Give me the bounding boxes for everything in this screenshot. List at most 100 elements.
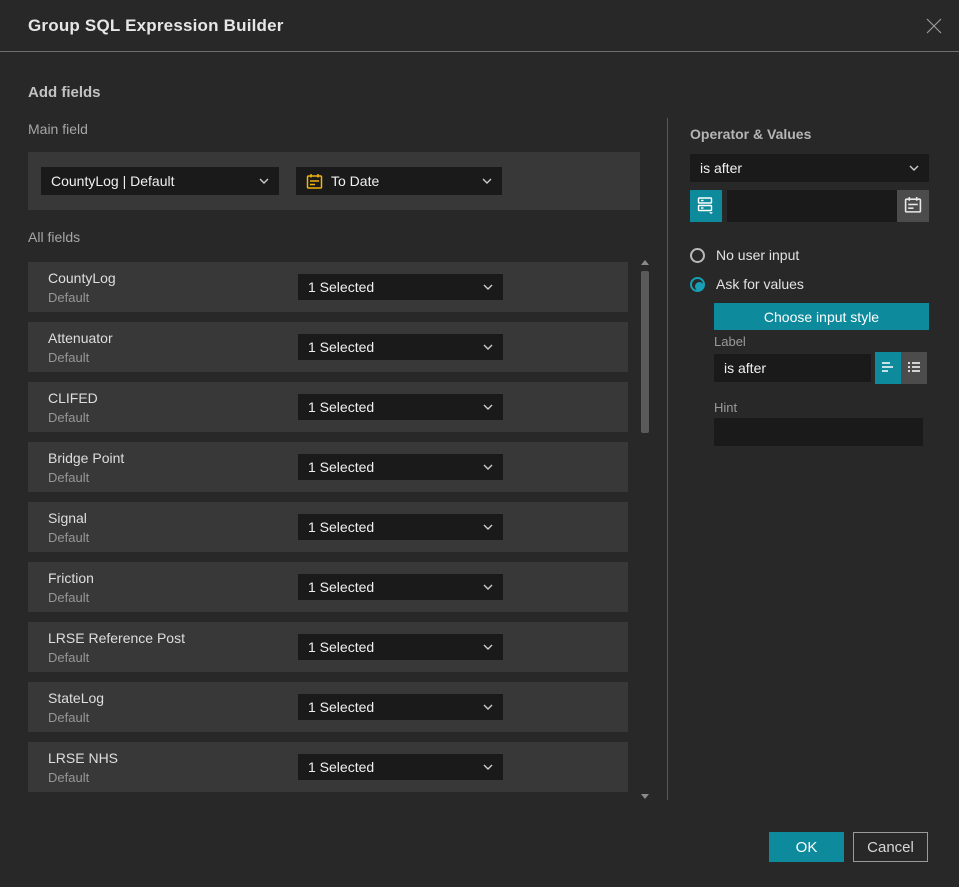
scrollbar-thumb[interactable] <box>641 271 649 433</box>
field-name: CLIFED <box>48 390 98 406</box>
field-name: Friction <box>48 570 94 586</box>
radio-no-user-input[interactable]: No user input <box>690 246 799 264</box>
field-selection-dropdown[interactable]: 1 Selected <box>298 574 503 600</box>
align-left-icon <box>880 359 896 378</box>
field-subtitle: Default <box>48 770 90 785</box>
field-subtitle: Default <box>48 470 90 485</box>
chevron-down-icon <box>259 178 269 184</box>
field-name: CountyLog <box>48 270 116 286</box>
label-field-label: Label <box>714 334 746 349</box>
field-selection-value: 1 Selected <box>308 399 375 415</box>
main-date-dropdown[interactable]: To Date <box>296 167 502 195</box>
chevron-down-icon <box>483 644 493 650</box>
field-list-item: CLIFED Default 1 Selected <box>28 382 628 432</box>
calendar-icon <box>904 196 922 217</box>
radio-label: No user input <box>716 247 800 263</box>
field-selection-dropdown[interactable]: 1 Selected <box>298 274 503 300</box>
all-fields-label: All fields <box>28 229 81 245</box>
field-list-item: Bridge Point Default 1 Selected <box>28 442 628 492</box>
scroll-up-icon[interactable] <box>641 260 649 265</box>
field-subtitle: Default <box>48 290 90 305</box>
field-list-item: Signal Default 1 Selected <box>28 502 628 552</box>
main-field-dropdown[interactable]: CountyLog | Default <box>41 167 279 195</box>
input-type-icon <box>697 196 715 217</box>
field-name: Signal <box>48 510 87 526</box>
label-input[interactable] <box>714 354 871 382</box>
field-selection-dropdown[interactable]: 1 Selected <box>298 454 503 480</box>
field-selection-value: 1 Selected <box>308 759 375 775</box>
vertical-divider <box>667 118 668 800</box>
cancel-button[interactable]: Cancel <box>853 832 928 862</box>
operator-dropdown[interactable]: is after <box>690 154 929 182</box>
chevron-down-icon <box>483 584 493 590</box>
all-fields-list: CountyLog Default 1 Selected Attenuator Defa… <box>28 262 628 802</box>
choose-input-style-button[interactable]: Choose input style <box>714 303 929 330</box>
scroll-down-icon[interactable] <box>641 794 649 799</box>
field-selection-dropdown[interactable]: 1 Selected <box>298 394 503 420</box>
list-icon <box>906 359 922 378</box>
fields-list-scrollbar[interactable] <box>640 258 650 803</box>
add-fields-heading: Add fields <box>28 84 101 101</box>
field-list-item: LRSE NHS Default 1 Selected <box>28 742 628 792</box>
single-value-style-button[interactable] <box>875 352 901 384</box>
chevron-down-icon <box>483 404 493 410</box>
value-input-row <box>690 190 929 222</box>
field-list-item: Friction Default 1 Selected <box>28 562 628 612</box>
dialog-title: Group SQL Expression Builder <box>28 16 284 35</box>
field-selection-dropdown[interactable]: 1 Selected <box>298 694 503 720</box>
field-subtitle: Default <box>48 710 90 725</box>
radio-ask-for-values[interactable]: Ask for values <box>690 275 804 293</box>
field-selection-value: 1 Selected <box>308 519 375 535</box>
field-selection-dropdown[interactable]: 1 Selected <box>298 754 503 780</box>
chevron-down-icon <box>483 764 493 770</box>
main-date-dropdown-value: To Date <box>331 173 380 189</box>
main-field-label: Main field <box>28 121 88 137</box>
hint-field-label: Hint <box>714 400 738 415</box>
close-icon <box>925 18 943 38</box>
radio-label: Ask for values <box>716 276 804 292</box>
ok-button[interactable]: OK <box>769 832 844 862</box>
field-selection-dropdown[interactable]: 1 Selected <box>298 514 503 540</box>
calendar-picker-button[interactable] <box>897 190 929 222</box>
field-selection-value: 1 Selected <box>308 459 375 475</box>
radio-circle-icon <box>690 247 705 263</box>
main-field-panel: CountyLog | Default To Date <box>28 152 640 210</box>
chevron-down-icon <box>483 704 493 710</box>
field-name: LRSE Reference Post <box>48 630 185 646</box>
operator-dropdown-value: is after <box>700 160 743 176</box>
field-name: LRSE NHS <box>48 750 119 766</box>
hint-input[interactable] <box>714 418 923 446</box>
field-selection-dropdown[interactable]: 1 Selected <box>298 334 503 360</box>
field-subtitle: Default <box>48 410 90 425</box>
close-button[interactable] <box>923 16 945 38</box>
label-input-row <box>714 352 927 384</box>
field-list-item: StateLog Default 1 Selected <box>28 682 628 732</box>
operator-values-heading: Operator & Values <box>690 126 812 142</box>
field-subtitle: Default <box>48 650 90 665</box>
main-field-dropdown-value: CountyLog | Default <box>51 173 175 189</box>
input-type-button[interactable] <box>690 190 722 222</box>
dialog-header: Group SQL Expression Builder <box>0 0 959 52</box>
field-name: StateLog <box>48 690 105 706</box>
field-list-item: Attenuator Default 1 Selected <box>28 322 628 372</box>
chevron-down-icon <box>483 524 493 530</box>
field-selection-value: 1 Selected <box>308 699 375 715</box>
field-subtitle: Default <box>48 350 90 365</box>
field-selection-value: 1 Selected <box>308 579 375 595</box>
field-selection-value: 1 Selected <box>308 639 375 655</box>
field-subtitle: Default <box>48 530 90 545</box>
calendar-icon <box>306 173 323 190</box>
chevron-down-icon <box>909 165 919 171</box>
field-selection-value: 1 Selected <box>308 279 375 295</box>
chevron-down-icon <box>482 178 492 184</box>
field-list-item: LRSE Reference Post Default 1 Selected <box>28 622 628 672</box>
field-name: Bridge Point <box>48 450 125 466</box>
chevron-down-icon <box>483 464 493 470</box>
field-list-item: CountyLog Default 1 Selected <box>28 262 628 312</box>
value-input[interactable] <box>727 190 897 222</box>
field-selection-dropdown[interactable]: 1 Selected <box>298 634 503 660</box>
field-subtitle: Default <box>48 590 90 605</box>
radio-selected-icon <box>690 276 705 292</box>
field-name: Attenuator <box>48 330 113 346</box>
list-style-button[interactable] <box>901 352 927 384</box>
